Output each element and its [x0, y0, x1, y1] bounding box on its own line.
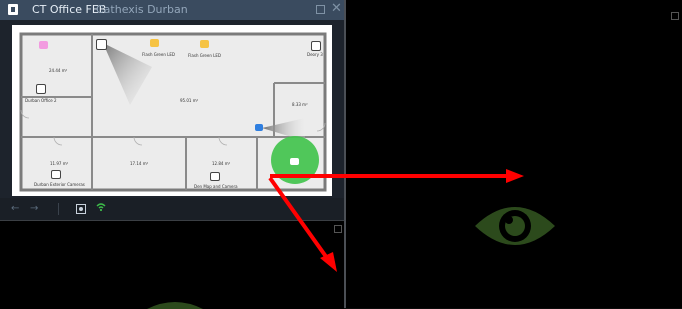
floorplan-app-icon: [8, 4, 18, 15]
device-icon[interactable]: [311, 41, 321, 51]
door-sensor-icon[interactable]: [39, 41, 48, 49]
room-area: 24.44 m²: [49, 68, 68, 73]
forward-icon[interactable]: →: [30, 203, 38, 215]
room-area: 95.01 m²: [180, 98, 199, 103]
window-subtitle: Cathexis Durban: [96, 3, 188, 16]
led-icon[interactable]: [200, 40, 209, 48]
floorplan-pane: CT Office FEB Cathexis Durban ✕ 24.44 m²…: [0, 0, 344, 220]
wifi-icon[interactable]: [96, 202, 106, 212]
room-area: 12.84 m²: [212, 161, 231, 166]
room-name: Den Map and Camera: [194, 184, 238, 189]
device-icon[interactable]: [210, 172, 220, 181]
room-area: 17.14 m²: [130, 161, 149, 166]
room-area: 8.33 m²: [292, 102, 308, 107]
back-icon[interactable]: ←: [11, 203, 19, 215]
maximize-icon[interactable]: [334, 225, 342, 233]
eye-icon: [475, 207, 555, 245]
video-tile-bottom[interactable]: [0, 220, 344, 309]
maximize-icon[interactable]: [671, 12, 679, 20]
device-label: Flash Green LED: [142, 52, 175, 57]
led-icon[interactable]: [150, 39, 159, 47]
room-area: 11.97 m²: [50, 161, 69, 166]
device-label: Deory 3: [307, 52, 323, 57]
title-bar: CT Office FEB Cathexis Durban ✕: [0, 0, 344, 20]
map-toolbar: ← →: [0, 198, 344, 220]
floor-plan-map[interactable]: 24.44 m² Durban Office 2 95.01 m² 8.33 m…: [12, 25, 332, 196]
room-name: Durban Office 2: [25, 98, 57, 103]
toolbar-separator: [58, 203, 59, 215]
alarm-device-icon[interactable]: [290, 158, 299, 165]
room-name: Durban Exterior Cameras: [34, 182, 85, 187]
fit-view-icon[interactable]: [76, 204, 86, 214]
video-tile-right[interactable]: [346, 0, 682, 308]
device-icon[interactable]: [51, 170, 61, 179]
camera-icon[interactable]: [255, 124, 263, 131]
device-label: Flash Green LED: [188, 53, 221, 58]
close-icon[interactable]: ✕: [331, 1, 342, 17]
camera-icon[interactable]: [96, 39, 107, 50]
device-icon[interactable]: [36, 84, 46, 94]
maximize-icon[interactable]: [316, 5, 325, 14]
